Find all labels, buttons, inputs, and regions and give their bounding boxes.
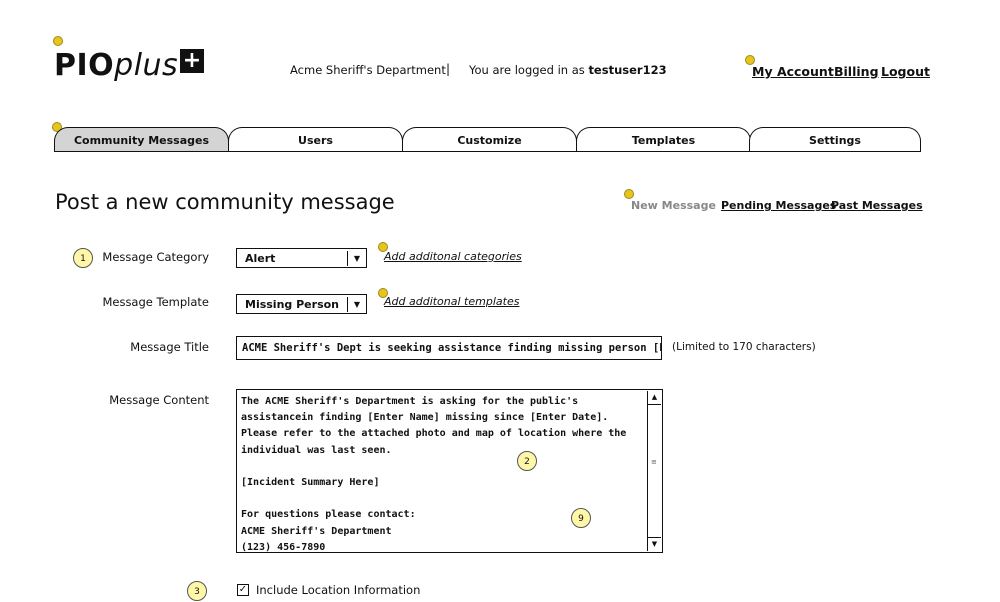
plus-icon: + <box>180 49 205 73</box>
pending-messages-link[interactable]: Pending Messages <box>721 199 836 212</box>
note-marker-icon <box>624 189 634 199</box>
past-messages-link[interactable]: Past Messages <box>831 199 923 212</box>
tab-customize[interactable]: Customize <box>402 127 577 151</box>
add-categories-link[interactable]: Add additonal categories <box>384 250 522 263</box>
tab-community-messages[interactable]: Community Messages <box>54 127 229 151</box>
scroll-down-icon[interactable]: ▼ <box>648 537 661 551</box>
scroll-grip-icon[interactable]: ≡ <box>651 459 657 466</box>
login-prefix: You are logged in as <box>469 63 585 77</box>
annotation-marker: 2 <box>517 451 537 471</box>
header-separator: | <box>446 62 451 76</box>
billing-link[interactable]: Billing <box>834 64 879 79</box>
message-content-text[interactable]: The ACME Sheriff's Department is asking … <box>241 394 645 556</box>
note-marker-icon <box>53 36 63 46</box>
tab-templates[interactable]: Templates <box>576 127 751 151</box>
scroll-up-icon[interactable]: ▲ <box>648 391 661 405</box>
logo-suffix: plus <box>114 48 179 83</box>
annotation-marker: 3 <box>187 581 207 601</box>
logo: PIOplus + <box>54 48 205 83</box>
login-status: You are logged in as testuser123 <box>469 63 667 77</box>
logout-link[interactable]: Logout <box>881 64 930 79</box>
title-limit-note: (Limited to 170 characters) <box>672 341 816 353</box>
tab-settings[interactable]: Settings <box>749 127 921 151</box>
tab-users[interactable]: Users <box>228 127 403 151</box>
new-message-link[interactable]: New Message <box>631 199 716 212</box>
template-value: Missing Person <box>245 298 339 311</box>
category-select[interactable]: Alert ▼ <box>236 248 367 268</box>
chevron-down-icon[interactable]: ▼ <box>347 251 366 266</box>
tab-divider <box>54 151 921 152</box>
title-label: Message Title <box>130 340 209 354</box>
message-content-textarea[interactable]: The ACME Sheriff's Department is asking … <box>236 389 663 553</box>
include-location-label: Include Location Information <box>256 583 421 597</box>
category-value: Alert <box>245 252 276 265</box>
template-select[interactable]: Missing Person ▼ <box>236 294 367 314</box>
message-title-input[interactable]: ACME Sheriff's Dept is seeking assistanc… <box>236 336 662 360</box>
content-label: Message Content <box>109 393 209 407</box>
template-label: Message Template <box>102 295 209 309</box>
chevron-down-icon[interactable]: ▼ <box>347 297 366 312</box>
my-account-link[interactable]: My Account <box>752 64 834 79</box>
category-label: Message Category <box>102 250 209 264</box>
include-location-checkbox[interactable]: ✓ <box>237 584 249 596</box>
username: testuser123 <box>588 63 667 77</box>
add-templates-link[interactable]: Add additonal templates <box>384 295 519 308</box>
logo-text: PIO <box>54 48 115 83</box>
department-name: Acme Sheriff's Department <box>290 63 446 77</box>
page-title: Post a new community message <box>55 190 395 214</box>
content-scrollbar[interactable]: ▲ ≡ ▼ <box>647 391 661 551</box>
annotation-marker: 9 <box>571 508 591 528</box>
